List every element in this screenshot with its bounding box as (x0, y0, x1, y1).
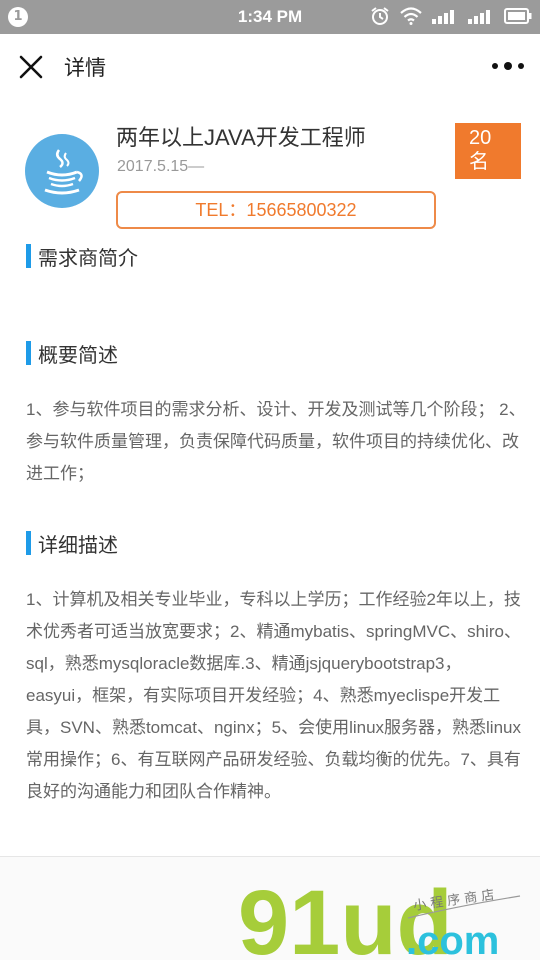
section-intro-heading: 需求商简介 (26, 243, 138, 270)
headcount-badge: 20 名 (455, 123, 521, 179)
section-detail-text: 1、计算机及相关专业毕业，专科以上学历；工作经验2年以上，技术优秀者可适当放宽要… (26, 590, 521, 801)
java-cup-icon (25, 134, 99, 208)
nav-bar: 详情 (0, 34, 540, 98)
phone-button[interactable]: TEL：15665800322 (116, 191, 436, 229)
section-marker (26, 531, 31, 555)
section-detail-title: 详细描述 (38, 532, 118, 557)
headcount-unit: 名 (469, 151, 489, 173)
alarm-icon (371, 7, 389, 25)
battery-icon (504, 8, 532, 24)
wifi-icon (400, 7, 422, 25)
section-summary-text: 1、参与软件项目的需求分析、设计、开发及测试等几个阶段； 2、参与软件质量管理，… (26, 400, 526, 483)
status-icons (370, 6, 532, 26)
status-bar: 1 1:34 PM (0, 0, 540, 34)
signal-icon (432, 10, 454, 24)
svg-text:.com: .com (406, 919, 499, 960)
section-marker (26, 244, 31, 268)
section-summary-title: 概要简述 (38, 342, 118, 367)
more-icon[interactable] (492, 56, 524, 76)
job-title: 两年以上JAVA开发工程师 (116, 125, 366, 150)
section-marker (26, 341, 31, 365)
job-date: 2017.5.15— (117, 158, 205, 175)
watermark-logo: 91ud .com 小 程 序 商 店 (238, 872, 521, 960)
page-title: 详情 (64, 56, 106, 80)
section-summary-heading: 概要简述 (26, 340, 118, 367)
close-icon[interactable] (18, 54, 44, 80)
section-intro-title: 需求商简介 (38, 245, 138, 270)
headcount-number: 20 (469, 127, 492, 149)
section-detail-heading: 详细描述 (26, 530, 118, 557)
signal-icon (468, 10, 490, 24)
